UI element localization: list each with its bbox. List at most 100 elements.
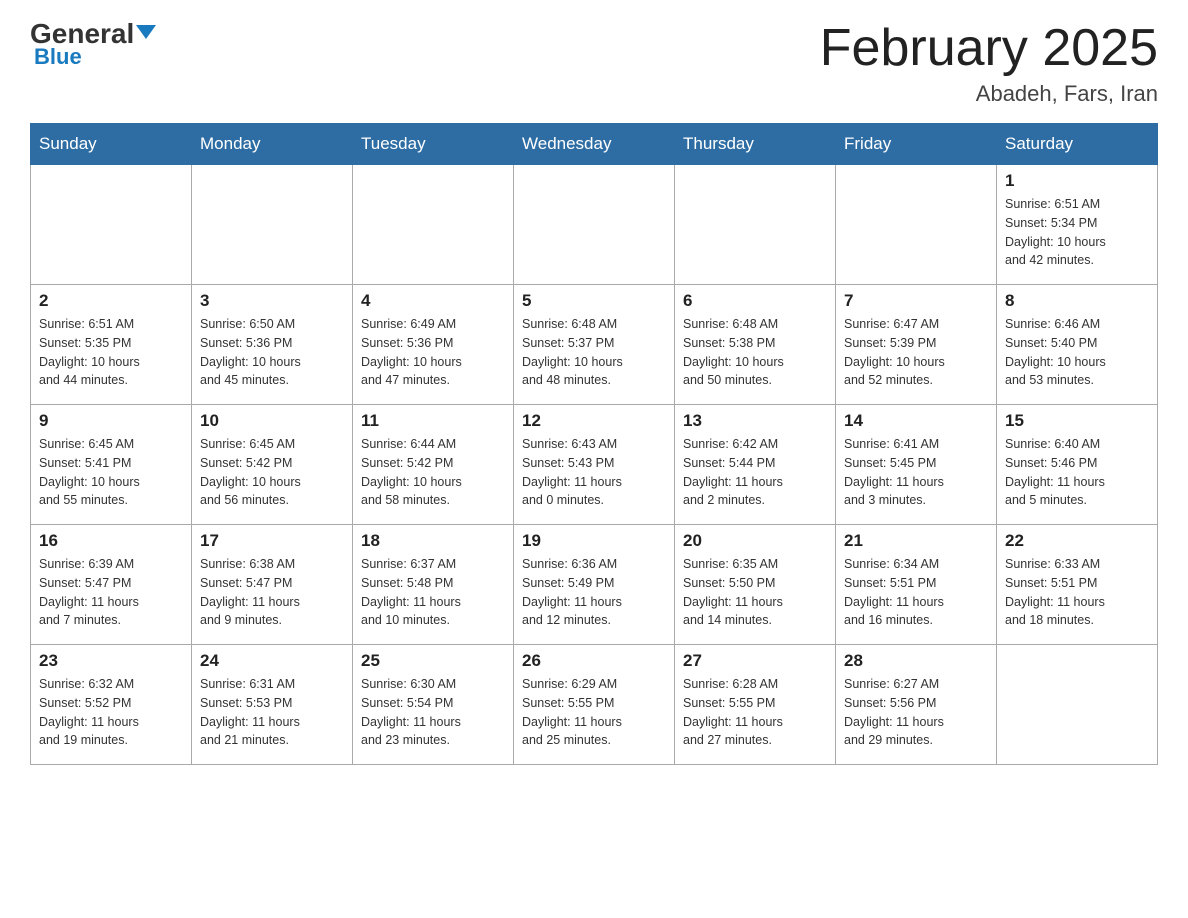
day-number: 7	[844, 291, 988, 311]
calendar-table: SundayMondayTuesdayWednesdayThursdayFrid…	[30, 123, 1158, 765]
day-number: 9	[39, 411, 183, 431]
day-info: Sunrise: 6:51 AM Sunset: 5:35 PM Dayligh…	[39, 315, 183, 390]
day-number: 22	[1005, 531, 1149, 551]
day-number: 8	[1005, 291, 1149, 311]
day-info: Sunrise: 6:50 AM Sunset: 5:36 PM Dayligh…	[200, 315, 344, 390]
calendar-cell	[192, 165, 353, 285]
day-info: Sunrise: 6:35 AM Sunset: 5:50 PM Dayligh…	[683, 555, 827, 630]
day-info: Sunrise: 6:28 AM Sunset: 5:55 PM Dayligh…	[683, 675, 827, 750]
day-info: Sunrise: 6:38 AM Sunset: 5:47 PM Dayligh…	[200, 555, 344, 630]
weekday-row: SundayMondayTuesdayWednesdayThursdayFrid…	[31, 124, 1158, 165]
day-info: Sunrise: 6:44 AM Sunset: 5:42 PM Dayligh…	[361, 435, 505, 510]
calendar-cell: 20 Sunrise: 6:35 AM Sunset: 5:50 PM Dayli…	[675, 525, 836, 645]
day-info: Sunrise: 6:32 AM Sunset: 5:52 PM Dayligh…	[39, 675, 183, 750]
weekday-header-sunday: Sunday	[31, 124, 192, 165]
day-info: Sunrise: 6:36 AM Sunset: 5:49 PM Dayligh…	[522, 555, 666, 630]
day-number: 16	[39, 531, 183, 551]
day-info: Sunrise: 6:27 AM Sunset: 5:56 PM Dayligh…	[844, 675, 988, 750]
day-info: Sunrise: 6:42 AM Sunset: 5:44 PM Dayligh…	[683, 435, 827, 510]
day-number: 25	[361, 651, 505, 671]
day-info: Sunrise: 6:33 AM Sunset: 5:51 PM Dayligh…	[1005, 555, 1149, 630]
calendar-cell: 26 Sunrise: 6:29 AM Sunset: 5:55 PM Dayli…	[514, 645, 675, 765]
day-info: Sunrise: 6:40 AM Sunset: 5:46 PM Dayligh…	[1005, 435, 1149, 510]
day-number: 4	[361, 291, 505, 311]
calendar-cell: 27 Sunrise: 6:28 AM Sunset: 5:55 PM Dayli…	[675, 645, 836, 765]
day-number: 18	[361, 531, 505, 551]
day-info: Sunrise: 6:48 AM Sunset: 5:37 PM Dayligh…	[522, 315, 666, 390]
day-number: 21	[844, 531, 988, 551]
day-number: 6	[683, 291, 827, 311]
logo: General Blue	[30, 20, 156, 70]
day-number: 27	[683, 651, 827, 671]
calendar-title: February 2025	[820, 20, 1158, 77]
calendar-cell: 14Sunrise: 6:41 AM Sunset: 5:45 PM Dayli…	[836, 405, 997, 525]
day-number: 11	[361, 411, 505, 431]
day-info: Sunrise: 6:45 AM Sunset: 5:41 PM Dayligh…	[39, 435, 183, 510]
title-section: February 2025 Abadeh, Fars, Iran	[820, 20, 1158, 107]
day-number: 26	[522, 651, 666, 671]
day-info: Sunrise: 6:37 AM Sunset: 5:48 PM Dayligh…	[361, 555, 505, 630]
day-info: Sunrise: 6:39 AM Sunset: 5:47 PM Dayligh…	[39, 555, 183, 630]
logo-triangle-icon	[136, 25, 156, 39]
day-number: 23	[39, 651, 183, 671]
day-info: Sunrise: 6:51 AM Sunset: 5:34 PM Dayligh…	[1005, 195, 1149, 270]
calendar-cell: 21 Sunrise: 6:34 AM Sunset: 5:51 PM Dayli…	[836, 525, 997, 645]
calendar-cell	[31, 165, 192, 285]
day-info: Sunrise: 6:48 AM Sunset: 5:38 PM Dayligh…	[683, 315, 827, 390]
calendar-week-row: 1 Sunrise: 6:51 AM Sunset: 5:34 PM Daylig…	[31, 165, 1158, 285]
calendar-subtitle: Abadeh, Fars, Iran	[820, 81, 1158, 107]
calendar-cell: 1 Sunrise: 6:51 AM Sunset: 5:34 PM Daylig…	[997, 165, 1158, 285]
calendar-cell: 10 Sunrise: 6:45 AM Sunset: 5:42 PM Dayli…	[192, 405, 353, 525]
calendar-week-row: 2 Sunrise: 6:51 AM Sunset: 5:35 PM Daylig…	[31, 285, 1158, 405]
calendar-cell	[997, 645, 1158, 765]
day-info: Sunrise: 6:46 AM Sunset: 5:40 PM Dayligh…	[1005, 315, 1149, 390]
day-number: 20	[683, 531, 827, 551]
calendar-header: SundayMondayTuesdayWednesdayThursdayFrid…	[31, 124, 1158, 165]
day-info: Sunrise: 6:34 AM Sunset: 5:51 PM Dayligh…	[844, 555, 988, 630]
day-number: 12	[522, 411, 666, 431]
calendar-cell: 9 Sunrise: 6:45 AM Sunset: 5:41 PM Daylig…	[31, 405, 192, 525]
calendar-week-row: 9 Sunrise: 6:45 AM Sunset: 5:41 PM Daylig…	[31, 405, 1158, 525]
calendar-cell: 4 Sunrise: 6:49 AM Sunset: 5:36 PM Daylig…	[353, 285, 514, 405]
calendar-cell	[836, 165, 997, 285]
day-number: 2	[39, 291, 183, 311]
day-info: Sunrise: 6:29 AM Sunset: 5:55 PM Dayligh…	[522, 675, 666, 750]
weekday-header-saturday: Saturday	[997, 124, 1158, 165]
day-info: Sunrise: 6:45 AM Sunset: 5:42 PM Dayligh…	[200, 435, 344, 510]
calendar-cell: 19 Sunrise: 6:36 AM Sunset: 5:49 PM Dayli…	[514, 525, 675, 645]
day-number: 1	[1005, 171, 1149, 191]
calendar-cell	[353, 165, 514, 285]
calendar-cell: 11 Sunrise: 6:44 AM Sunset: 5:42 PM Dayli…	[353, 405, 514, 525]
day-info: Sunrise: 6:49 AM Sunset: 5:36 PM Dayligh…	[361, 315, 505, 390]
calendar-week-row: 23 Sunrise: 6:32 AM Sunset: 5:52 PM Dayli…	[31, 645, 1158, 765]
logo-blue-text: Blue	[30, 44, 82, 70]
weekday-header-thursday: Thursday	[675, 124, 836, 165]
day-info: Sunrise: 6:30 AM Sunset: 5:54 PM Dayligh…	[361, 675, 505, 750]
day-number: 13	[683, 411, 827, 431]
calendar-cell: 17 Sunrise: 6:38 AM Sunset: 5:47 PM Dayli…	[192, 525, 353, 645]
calendar-cell: 15 Sunrise: 6:40 AM Sunset: 5:46 PM Dayli…	[997, 405, 1158, 525]
calendar-cell: 6 Sunrise: 6:48 AM Sunset: 5:38 PM Daylig…	[675, 285, 836, 405]
day-info: Sunrise: 6:47 AM Sunset: 5:39 PM Dayligh…	[844, 315, 988, 390]
calendar-cell: 13 Sunrise: 6:42 AM Sunset: 5:44 PM Dayli…	[675, 405, 836, 525]
page-header: General Blue February 2025 Abadeh, Fars,…	[30, 20, 1158, 107]
day-number: 3	[200, 291, 344, 311]
day-number: 24	[200, 651, 344, 671]
day-number: 28	[844, 651, 988, 671]
weekday-header-tuesday: Tuesday	[353, 124, 514, 165]
day-number: 19	[522, 531, 666, 551]
calendar-cell: 3 Sunrise: 6:50 AM Sunset: 5:36 PM Daylig…	[192, 285, 353, 405]
calendar-cell: 8 Sunrise: 6:46 AM Sunset: 5:40 PM Daylig…	[997, 285, 1158, 405]
calendar-cell: 2 Sunrise: 6:51 AM Sunset: 5:35 PM Daylig…	[31, 285, 192, 405]
calendar-week-row: 16 Sunrise: 6:39 AM Sunset: 5:47 PM Dayli…	[31, 525, 1158, 645]
calendar-cell: 23 Sunrise: 6:32 AM Sunset: 5:52 PM Dayli…	[31, 645, 192, 765]
calendar-cell	[514, 165, 675, 285]
calendar-cell: 16 Sunrise: 6:39 AM Sunset: 5:47 PM Dayli…	[31, 525, 192, 645]
weekday-header-wednesday: Wednesday	[514, 124, 675, 165]
day-number: 15	[1005, 411, 1149, 431]
calendar-cell: 25 Sunrise: 6:30 AM Sunset: 5:54 PM Dayli…	[353, 645, 514, 765]
day-number: 17	[200, 531, 344, 551]
day-number: 5	[522, 291, 666, 311]
day-number: 10	[200, 411, 344, 431]
weekday-header-monday: Monday	[192, 124, 353, 165]
